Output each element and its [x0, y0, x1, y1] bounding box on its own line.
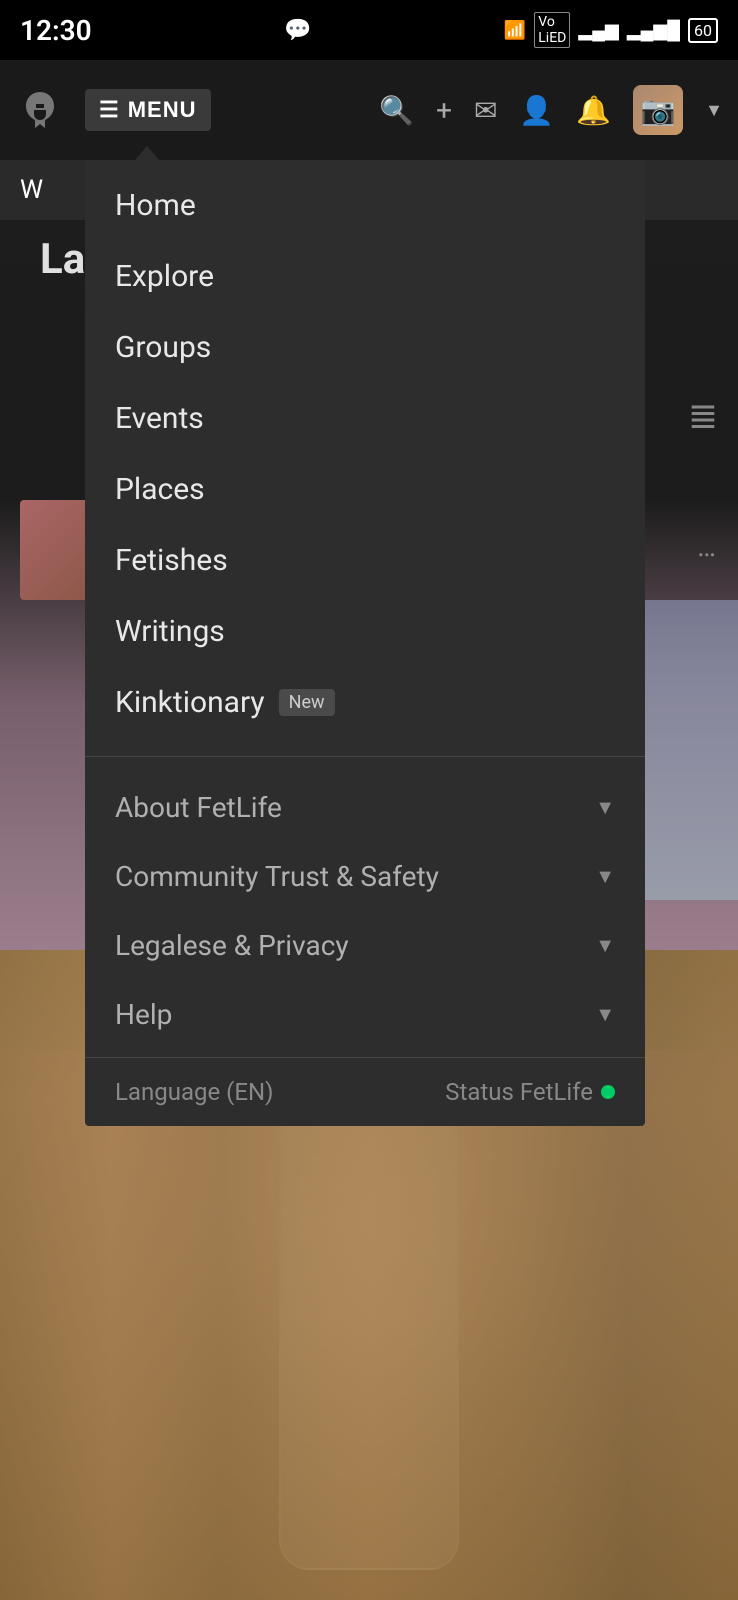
menu-item-about-fetlife[interactable]: About FetLife ▼ [85, 773, 645, 842]
menu-item-community-trust-safety[interactable]: Community Trust & Safety ▼ [85, 842, 645, 911]
menu-item-places-label: Places [115, 472, 205, 507]
notifications-icon[interactable]: 🔔 [576, 94, 611, 127]
menu-button-label: MENU [128, 97, 197, 123]
legalese-privacy-chevron-icon: ▼ [595, 933, 615, 958]
menu-item-groups-label: Groups [115, 330, 211, 365]
menu-item-kinktionary[interactable]: Kinktionary New [85, 667, 645, 738]
status-icons: 📶 VoLiED ▂▄▆ ▂▄▆█ 60 [504, 12, 718, 48]
signal-bars-1: ▂▄▆ [578, 20, 618, 41]
menu-item-kinktionary-label: Kinktionary [115, 685, 265, 720]
battery-level: 60 [694, 21, 712, 40]
logo [15, 85, 65, 135]
signal-bars-2: ▂▄▆█ [627, 20, 680, 41]
profile-icon[interactable]: 👤 [519, 94, 554, 127]
more-options-icon[interactable]: … [697, 530, 718, 563]
wifi-icon: 📶 [504, 20, 526, 41]
status-label: Status FetLife [445, 1078, 593, 1106]
menu-item-legalese-privacy[interactable]: Legalese & Privacy ▼ [85, 911, 645, 980]
menu-item-writings-label: Writings [115, 614, 225, 649]
avatar-chevron-icon: ▼ [705, 100, 723, 121]
menu-item-about-fetlife-label: About FetLife [115, 791, 282, 824]
status-dot [601, 1085, 615, 1099]
status-time: 12:30 [20, 14, 92, 47]
list-view-icon[interactable]: ≣ [688, 395, 718, 437]
fetlife-logo-svg [20, 90, 60, 130]
status-bar: 12:30 💬 📶 VoLiED ▂▄▆ ▂▄▆█ 60 [0, 0, 738, 60]
avatar-image: 📷 [641, 94, 676, 127]
menu-item-events[interactable]: Events [85, 383, 645, 454]
menu-main-items: Home Explore Groups Events Places Fetish… [85, 160, 645, 748]
main-menu-dropdown: Home Explore Groups Events Places Fetish… [85, 160, 645, 1126]
menu-item-places[interactable]: Places [85, 454, 645, 525]
about-fetlife-chevron-icon: ▼ [595, 795, 615, 820]
menu-item-help[interactable]: Help ▼ [85, 980, 645, 1049]
nav-bar: ☰ MENU 🔍 + ✉ 👤 🔔 📷 ▼ [0, 60, 738, 160]
nav-icons: 🔍 + ✉ 👤 🔔 📷 ▼ [379, 85, 723, 135]
menu-item-home[interactable]: Home [85, 170, 645, 241]
language-selector[interactable]: Language (EN) [115, 1078, 273, 1106]
menu-expandable-items: About FetLife ▼ Community Trust & Safety… [85, 765, 645, 1057]
notification-icon: 💬 [284, 18, 311, 43]
menu-item-explore-label: Explore [115, 259, 214, 294]
avatar-button[interactable]: 📷 [633, 85, 683, 135]
menu-item-writings[interactable]: Writings [85, 596, 645, 667]
menu-item-fetishes[interactable]: Fetishes [85, 525, 645, 596]
menu-footer: Language (EN) Status FetLife [85, 1057, 645, 1126]
hamburger-icon: ☰ [99, 97, 120, 123]
help-chevron-icon: ▼ [595, 1002, 615, 1027]
menu-item-legalese-privacy-label: Legalese & Privacy [115, 929, 349, 962]
menu-item-fetishes-label: Fetishes [115, 543, 228, 578]
menu-item-community-trust-safety-label: Community Trust & Safety [115, 860, 439, 893]
menu-item-explore[interactable]: Explore [85, 241, 645, 312]
status-indicator: Status FetLife [445, 1078, 615, 1106]
menu-button[interactable]: ☰ MENU [85, 89, 211, 131]
signal-label: VoLiED [534, 12, 570, 48]
battery-icon: 60 [688, 18, 718, 43]
menu-item-events-label: Events [115, 401, 204, 436]
content-header-text: W [20, 175, 43, 205]
search-icon[interactable]: 🔍 [379, 94, 414, 127]
new-badge: New [279, 689, 335, 716]
menu-item-help-label: Help [115, 998, 172, 1031]
menu-arrow [135, 146, 159, 160]
community-trust-safety-chevron-icon: ▼ [595, 864, 615, 889]
menu-divider [85, 756, 645, 757]
menu-item-home-label: Home [115, 188, 196, 223]
menu-item-groups[interactable]: Groups [85, 312, 645, 383]
add-icon[interactable]: + [436, 94, 452, 127]
messages-icon[interactable]: ✉ [474, 94, 497, 127]
